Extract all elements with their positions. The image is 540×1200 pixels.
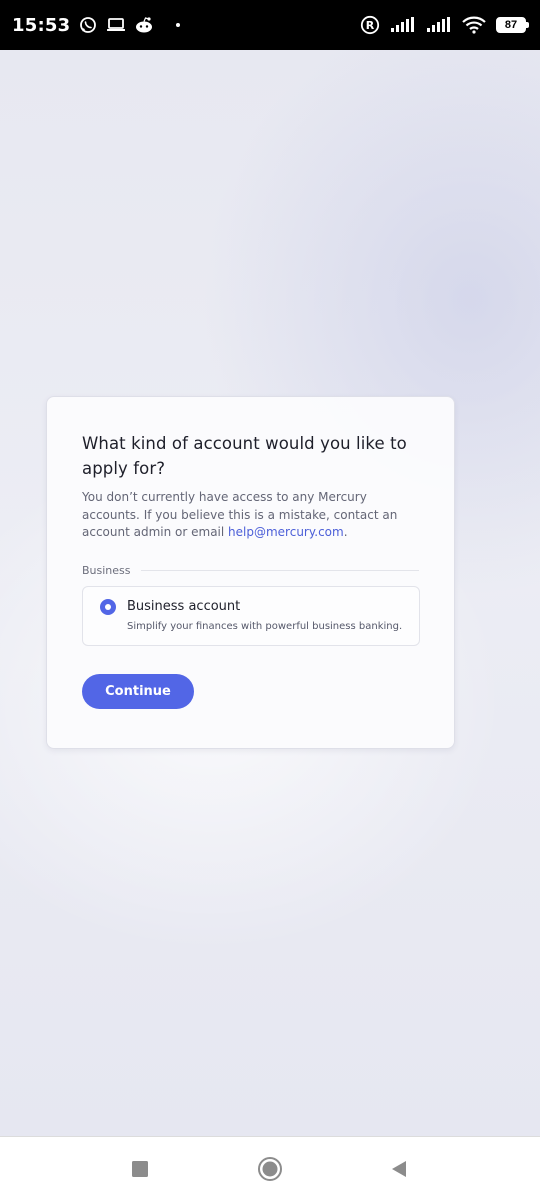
notification-dot: [176, 23, 181, 27]
section-header: Business: [82, 564, 419, 577]
page-title: What kind of account would you like to a…: [82, 434, 407, 478]
status-bar-right: R 87: [360, 15, 529, 35]
business-account-option[interactable]: Business account Simplify your finances …: [82, 585, 420, 646]
signal-icon: [390, 15, 416, 35]
option-subtitle: Simplify your finances with powerful bus…: [127, 620, 403, 632]
option-title: Business account: [127, 598, 241, 614]
continue-button[interactable]: Continue: [82, 673, 194, 709]
registered-icon: R: [360, 15, 380, 35]
battery-icon: 87: [496, 17, 529, 33]
section-label: Business: [82, 563, 131, 577]
home-circle-icon[interactable]: [256, 1155, 284, 1183]
recents-square-icon[interactable]: [126, 1155, 154, 1183]
svg-text:R: R: [366, 19, 375, 32]
laptop-icon: [106, 15, 126, 35]
section-divider: [140, 569, 419, 571]
radio-selected-icon[interactable]: [100, 598, 116, 615]
page-background: What kind of account would you like to a…: [0, 50, 540, 1136]
support-email-link[interactable]: help@mercury.com: [228, 525, 344, 539]
status-time: 15:53: [12, 14, 71, 36]
card-description: You don’t currently have access to any M…: [82, 489, 419, 542]
radio-inner-dot: [105, 603, 111, 610]
wifi-icon: [462, 15, 486, 35]
status-bar: 15:53 R 87: [0, 0, 540, 50]
system-nav-bar: [0, 1136, 540, 1200]
account-type-card: What kind of account would you like to a…: [46, 396, 455, 749]
whatsapp-icon: [78, 15, 98, 35]
signal-icon-2: [426, 15, 452, 35]
status-bar-left: 15:53: [12, 14, 181, 36]
reddit-icon: [134, 15, 154, 35]
battery-level: 87: [504, 19, 518, 31]
back-triangle-icon[interactable]: [385, 1155, 413, 1183]
description-end: .: [343, 525, 348, 539]
